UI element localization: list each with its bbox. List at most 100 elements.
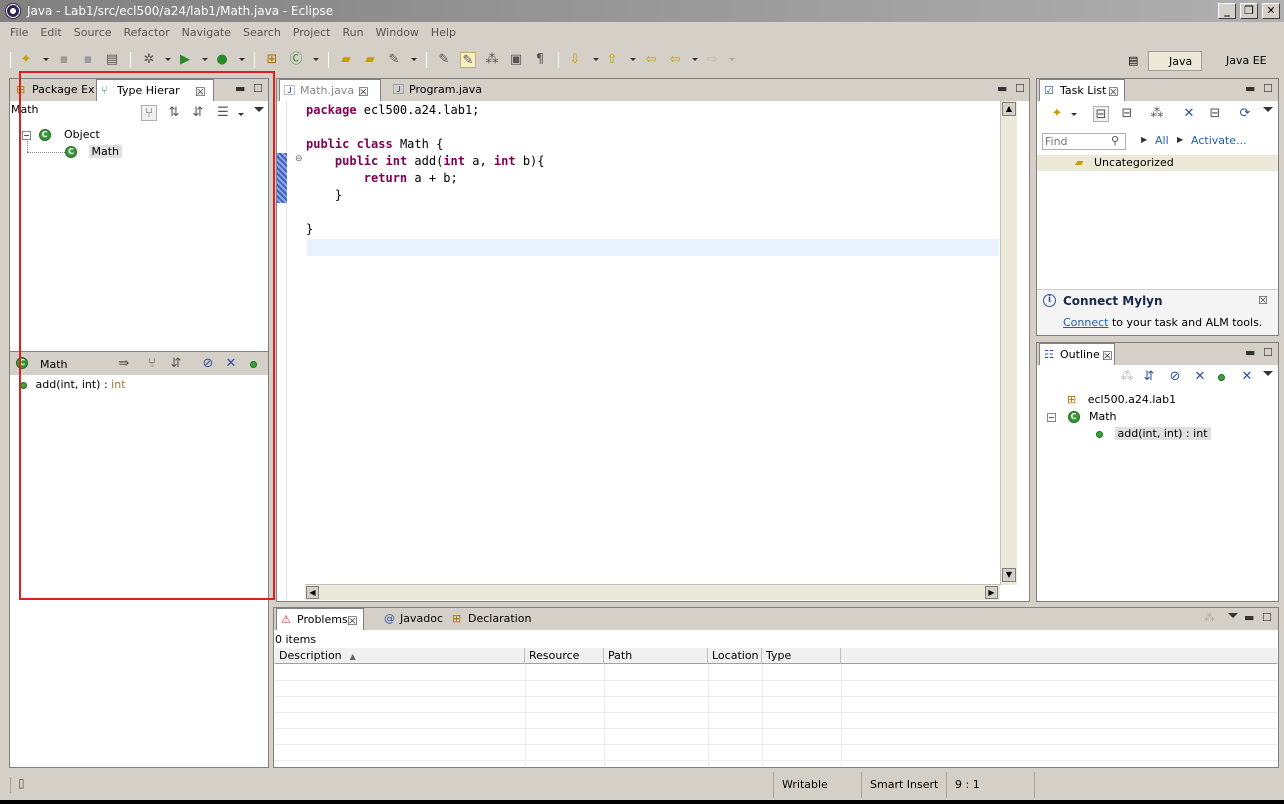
maximize-view-icon[interactable]: ☐ [1015, 82, 1025, 95]
forward-dropdown-icon[interactable] [729, 58, 735, 61]
open-folder-icon[interactable]: ▰ [362, 52, 378, 68]
menu-help[interactable]: Help [425, 24, 462, 41]
tab-task-list[interactable]: ☑ Task List ☒ [1039, 79, 1125, 101]
menu-window[interactable]: Window [370, 24, 425, 41]
hide-completed-icon[interactable]: ✕ [1181, 106, 1197, 122]
tab-math-java[interactable]: 🄹 Math.java ☒ [279, 79, 381, 101]
save-all-icon[interactable]: ▪ [80, 52, 96, 68]
minimize-view-icon[interactable]: ▬ [1244, 611, 1254, 624]
tab-package-explorer[interactable]: ⊞ Package Ex [12, 79, 96, 101]
close-icon[interactable]: ☒ [347, 610, 358, 632]
view-menu-icon[interactable] [1263, 107, 1273, 112]
menu-edit[interactable]: Edit [34, 24, 67, 41]
maximize-button[interactable]: ❐ [1240, 3, 1258, 19]
toggle-mark-occurrences-icon[interactable]: ✎ [436, 52, 452, 68]
search-icon[interactable]: ✎ [386, 52, 402, 68]
save-icon[interactable]: ▪ [56, 52, 72, 68]
previous-annotation-dropdown-icon[interactable] [630, 58, 636, 61]
scheduled-icon[interactable]: ⊟ [1119, 106, 1135, 122]
hide-fields-icon[interactable]: ⊘ [200, 356, 216, 372]
tab-type-hierarchy[interactable]: ⑂ Type Hierar ☒ [96, 79, 214, 101]
hide-non-public-icon[interactable] [250, 361, 257, 368]
back-dropdown-icon[interactable] [692, 58, 698, 61]
search-dropdown-icon[interactable] [411, 58, 417, 61]
next-annotation-icon[interactable]: ⇩ [567, 52, 583, 68]
all-filter-link[interactable]: All [1155, 134, 1169, 147]
maximize-view-icon[interactable]: ☐ [1262, 611, 1272, 624]
new-java-class-icon[interactable]: Ⓒ [288, 52, 304, 68]
connect-link[interactable]: Connect [1063, 316, 1108, 329]
tab-declaration[interactable]: ⊞ Declaration [448, 608, 531, 630]
show-type-hierarchy-icon[interactable]: ⑂ [141, 105, 157, 121]
column-type[interactable]: Type [762, 648, 841, 664]
close-icon[interactable]: ☒ [1258, 294, 1268, 307]
close-icon[interactable]: ☒ [1102, 345, 1113, 367]
scroll-down-icon[interactable]: ▼ [1002, 568, 1016, 582]
new-java-package-icon[interactable]: ⊞ [264, 52, 280, 68]
toggle-highlight-icon[interactable]: ✎ [460, 52, 476, 68]
javaee-perspective-button[interactable]: Java EE [1206, 51, 1267, 71]
column-description[interactable]: Description ▲ [275, 648, 525, 664]
activate-link[interactable]: Activate... [1191, 134, 1247, 147]
show-all-inherited-icon[interactable]: ⑂ [144, 356, 160, 372]
column-path[interactable]: Path [604, 648, 708, 664]
minimize-button[interactable]: _ [1218, 3, 1236, 19]
synchronize-icon[interactable]: ⟳ [1237, 106, 1253, 122]
code-editor[interactable]: package ecl500.a24.lab1; public class Ma… [306, 102, 545, 238]
outline-package[interactable]: ⊞ ecl500.a24.lab1 [1067, 392, 1176, 408]
previous-annotation-icon[interactable]: ⇧ [604, 52, 620, 68]
tab-program-java[interactable]: 🄹 Program.java [389, 79, 489, 101]
new-task-icon[interactable]: ✦ [1049, 106, 1065, 122]
find-input[interactable] [1045, 135, 1107, 148]
maximize-view-icon[interactable]: ☐ [1263, 82, 1273, 95]
fast-view-icon[interactable]: ▯ [18, 776, 25, 790]
external-tools-dropdown-icon[interactable] [239, 58, 245, 61]
show-supertype-hierarchy-icon[interactable]: ⇅ [166, 105, 182, 121]
hide-static-icon[interactable]: ✕ [223, 356, 239, 372]
scroll-up-icon[interactable]: ▲ [1002, 102, 1016, 116]
history-dropdown-icon[interactable] [238, 113, 244, 116]
sort-by-defining-type-icon[interactable]: ⇵ [168, 356, 184, 372]
menu-navigate[interactable]: Navigate [176, 24, 237, 41]
show-whitespace-icon[interactable]: ▣ [508, 52, 524, 68]
debug-dropdown-icon[interactable] [165, 58, 171, 61]
column-location[interactable]: Location [708, 648, 762, 664]
minimize-view-icon[interactable]: ▬ [1245, 346, 1255, 359]
back-icon[interactable]: ⇦ [667, 52, 683, 68]
column-resource[interactable]: Resource [525, 648, 604, 664]
close-window-button[interactable]: ✕ [1262, 3, 1280, 19]
hide-fields-icon[interactable]: ⊘ [1167, 369, 1183, 385]
run-dropdown-icon[interactable] [202, 58, 208, 61]
new-task-dropdown-icon[interactable] [1071, 113, 1077, 116]
menu-project[interactable]: Project [287, 24, 337, 41]
search-icon[interactable]: ⚲ [1111, 134, 1119, 147]
open-type-icon[interactable]: ▰ [338, 52, 354, 68]
focus-icon[interactable]: ⁂ [1149, 106, 1165, 122]
hide-static-icon[interactable]: ✕ [1192, 369, 1208, 385]
new-dropdown-icon[interactable] [43, 58, 49, 61]
close-icon[interactable]: ☒ [195, 81, 206, 103]
pilcrow-icon[interactable]: ¶ [532, 52, 548, 68]
view-menu-icon[interactable] [254, 107, 264, 112]
tree-node-math[interactable]: C Math [65, 144, 123, 160]
minimize-view-icon[interactable]: ▬ [1245, 82, 1255, 95]
scroll-right-icon[interactable]: ▶ [985, 586, 998, 599]
history-icon[interactable]: ☰ [215, 105, 231, 121]
tab-javadoc[interactable]: @ Javadoc [380, 608, 446, 630]
scroll-left-icon[interactable]: ◀ [306, 586, 319, 599]
menu-refactor[interactable]: Refactor [118, 24, 176, 41]
debug-icon[interactable]: ✲ [141, 52, 157, 68]
open-perspective-icon[interactable]: ▤ [1128, 51, 1146, 71]
find-field[interactable]: ⚲ [1042, 133, 1126, 150]
close-icon[interactable]: ☒ [358, 81, 369, 103]
new-wizard-icon[interactable]: ✦ [18, 52, 34, 68]
view-menu-icon[interactable] [1228, 613, 1238, 618]
menu-file[interactable]: File [0, 24, 34, 41]
list-item[interactable]: add(int, int) : int [20, 377, 126, 393]
horizontal-scrollbar[interactable]: ◀ ▶ [305, 584, 1000, 600]
java-perspective-button[interactable]: Java [1148, 51, 1202, 71]
menu-run[interactable]: Run [336, 24, 369, 41]
outline-class[interactable]: − C Math [1047, 409, 1117, 425]
collapse-all-icon[interactable]: ⊟ [1207, 106, 1223, 122]
focus-icon[interactable]: ⁂ [1204, 611, 1215, 624]
